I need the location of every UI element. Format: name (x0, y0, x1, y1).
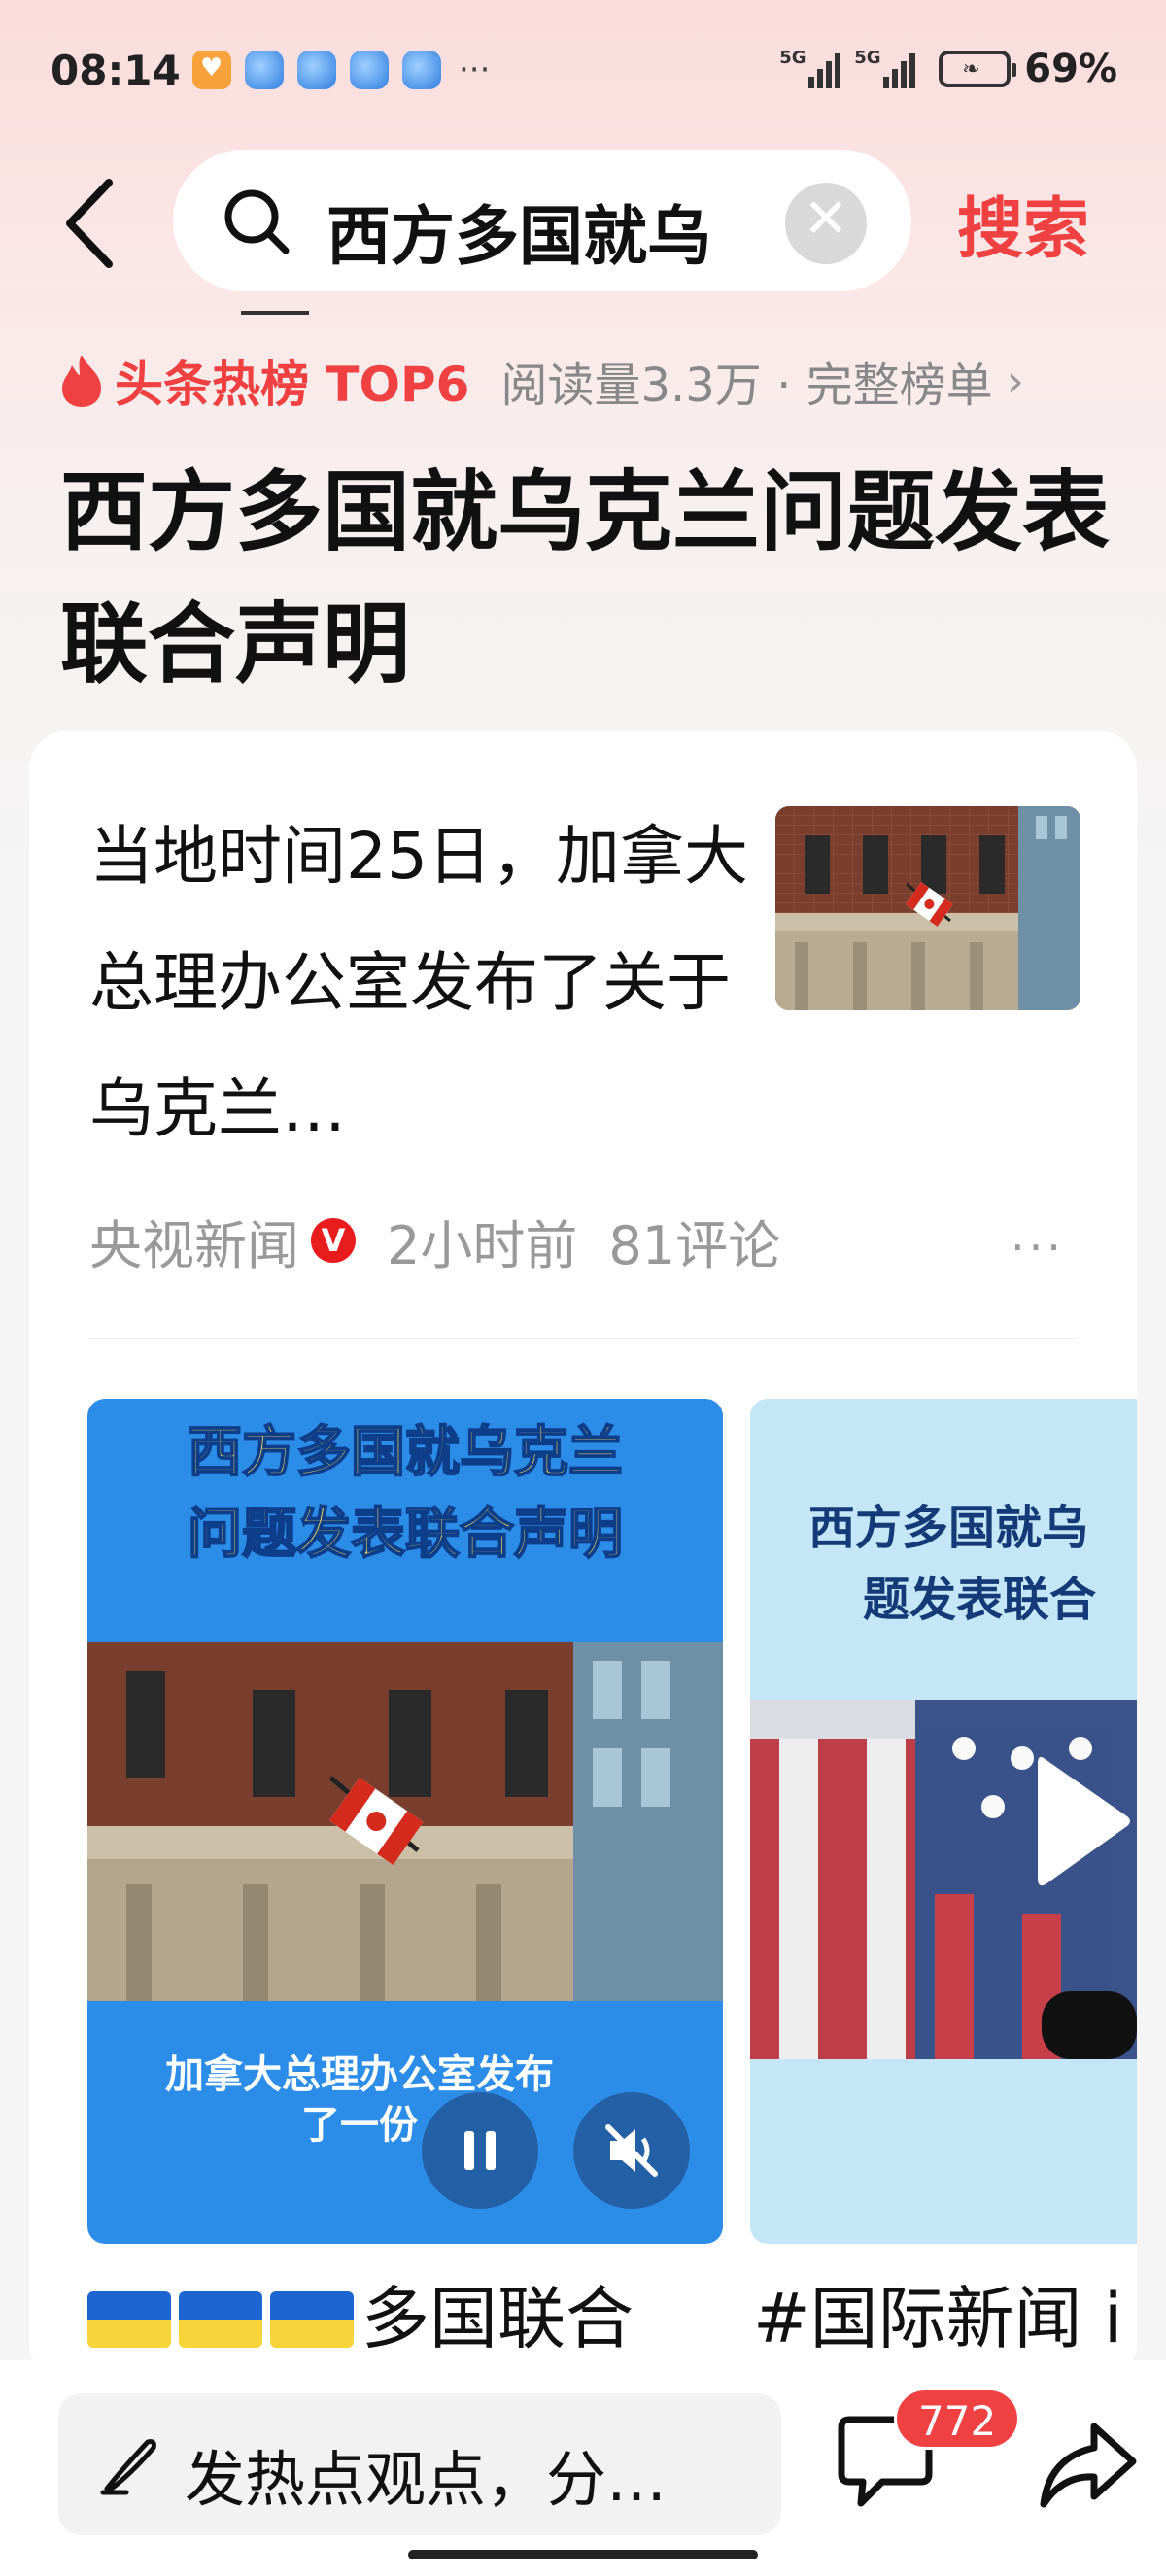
video-title-line: 题发表联合 (863, 1573, 1097, 1627)
app-notification-icon (245, 51, 284, 89)
mute-icon (605, 2124, 658, 2177)
source-name[interactable]: 央视新闻 (89, 1203, 299, 1279)
video-card[interactable]: 西方多国就乌克兰 问题发表联合声明 加拿大总理办公室发布了一份 (87, 1399, 723, 2244)
clear-button[interactable]: ✕ (785, 183, 867, 264)
mute-button[interactable] (573, 2092, 690, 2209)
ukraine-flag-icon (179, 2291, 262, 2348)
page-title: 西方多国就乌克兰问题发表联合声明 (60, 461, 1110, 695)
ukraine-flag-icon (270, 2291, 354, 2348)
video-frame (87, 1642, 723, 2001)
search-button[interactable]: 搜索 (957, 175, 1089, 271)
comment-count: 81评论 (608, 1214, 781, 1276)
video-label[interactable]: 多国联合 (87, 2275, 634, 2362)
comment-placeholder: 发热点观点，分… (185, 2444, 668, 2515)
signal-label: 5G (779, 48, 806, 68)
fire-icon (62, 356, 101, 407)
video-title: 西方多国就乌 题发表联合 (808, 1492, 1137, 1636)
back-button[interactable] (58, 175, 126, 272)
video-title-line: 问题发表联合声明 (187, 1502, 624, 1567)
article-meta: 央视新闻 V 2小时前 81评论 (89, 1206, 780, 1276)
search-query: 西方多国就乌 (326, 199, 711, 274)
video-card[interactable]: 西方多国就乌 题发表联合 (750, 1399, 1137, 2244)
comment-input[interactable]: 发热点观点，分… (58, 2393, 781, 2535)
comment-count-badge: 772 (894, 2388, 1021, 2450)
more-options-icon[interactable]: ··· (1011, 1221, 1065, 1273)
battery-icon: ❧ (939, 51, 1017, 87)
chevron-left-icon (66, 179, 113, 268)
pause-icon (464, 2131, 496, 2170)
hot-rank-row[interactable]: 头条热榜 TOP6 阅读量3.3万 · 完整榜单 › (58, 352, 1024, 413)
notification-icons: ··· (192, 51, 490, 89)
status-time: 08:14 (51, 47, 181, 94)
close-icon: ✕ (803, 187, 849, 251)
tab-indicator (241, 311, 309, 315)
article-thumbnail[interactable] (775, 806, 1080, 1010)
video-label-text: 多国联合 (361, 2279, 634, 2358)
video-title: 西方多国就乌克兰 问题发表联合声明 (87, 1412, 723, 1576)
heart-app-icon (192, 51, 231, 89)
more-notifications-icon: ··· (459, 51, 491, 89)
pen-icon (100, 2439, 156, 2495)
home-indicator[interactable] (408, 2550, 758, 2559)
publish-time: 2小时前 (387, 1214, 578, 1276)
app-notification-icon (402, 51, 441, 89)
ukraine-flag-icon (87, 2291, 171, 2348)
news-card: 当地时间25日，加拿大总理办公室发布了关于乌克兰… 央视新闻 V 2小时前 81… (29, 730, 1137, 2382)
video-label[interactable]: #国际新闻 i (753, 2275, 1122, 2362)
app-notification-icon (350, 51, 389, 89)
video-title-line: 西方多国就乌 (808, 1501, 1089, 1555)
article-summary[interactable]: 当地时间25日，加拿大总理办公室发布了关于乌克兰… (89, 794, 750, 1172)
signal-label: 5G (854, 48, 881, 68)
signal-icon: 5G (854, 48, 916, 88)
play-icon (1038, 1756, 1130, 1886)
hot-rank-label: 头条热榜 TOP6 (115, 356, 470, 413)
status-bar: 08:14 ··· 5G 5G ❧ 69% (0, 0, 1166, 146)
bottom-bar: 发热点观点，分… 772 (0, 2360, 1166, 2576)
app-notification-icon (297, 51, 336, 89)
battery-percent: 69% (1024, 47, 1117, 91)
divider (89, 1338, 1077, 1339)
status-indicators: 5G 5G ❧ 69% (779, 47, 1117, 91)
video-title-line: 西方多国就乌克兰 (187, 1420, 624, 1485)
verified-icon: V (311, 1218, 356, 1263)
signal-icon: 5G (779, 48, 841, 88)
search-icon (224, 189, 290, 254)
search-input[interactable]: 西方多国就乌 ✕ (173, 150, 911, 291)
chevron-right-icon: › (1006, 355, 1024, 407)
hot-rank-meta: 阅读量3.3万 · 完整榜单 (500, 358, 993, 413)
share-icon[interactable] (1038, 2419, 1139, 2512)
pause-button[interactable] (422, 2092, 538, 2209)
